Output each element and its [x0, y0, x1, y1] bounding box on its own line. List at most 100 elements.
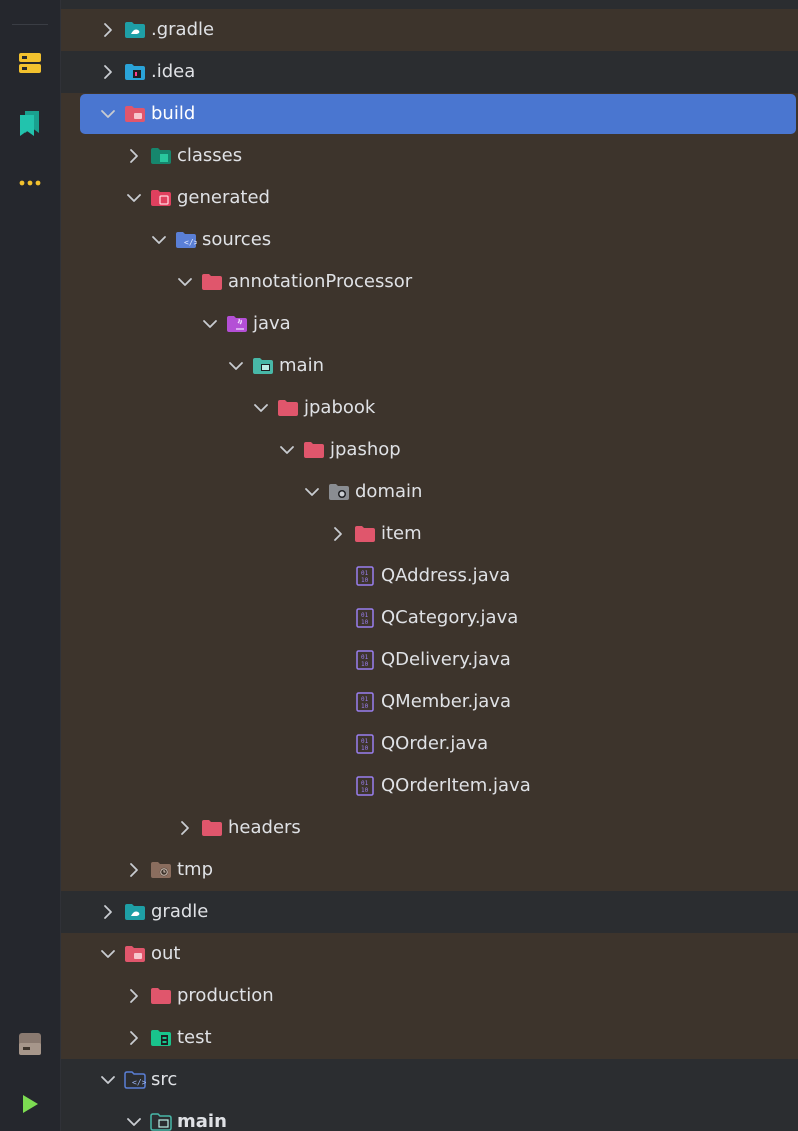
tree-node-file-qcategory[interactable]: QCategory.java — [61, 597, 798, 639]
chevron-down-icon[interactable] — [100, 1072, 116, 1088]
chevron-right-icon[interactable] — [177, 820, 193, 836]
svg-text:</>: </> — [184, 238, 197, 247]
module-folder-icon — [252, 356, 274, 376]
svg-text:</>: </> — [132, 1078, 146, 1087]
chevron-right-icon[interactable] — [100, 904, 116, 920]
tree-node-label: item — [381, 523, 422, 544]
chevron-right-icon[interactable] — [100, 64, 116, 80]
tree-node-label: classes — [177, 145, 243, 166]
tree-node-label: main — [279, 355, 324, 376]
chevron-down-icon[interactable] — [228, 358, 244, 374]
tree-node-label: headers — [228, 817, 301, 838]
terminal-icon[interactable] — [15, 1029, 45, 1059]
java-class-file-icon — [354, 608, 376, 628]
java-class-file-icon — [354, 650, 376, 670]
resources-folder-icon — [150, 146, 172, 166]
tree-node-label: test — [177, 1027, 212, 1048]
java-folder-icon — [226, 314, 248, 334]
tree-node-label: src — [151, 1069, 178, 1090]
tree-node-label: QDelivery.java — [381, 649, 511, 670]
tree-node-annotation-processor[interactable]: annotationProcessor — [61, 261, 798, 303]
tree-node-file-qorderitem[interactable]: QOrderItem.java — [61, 765, 798, 807]
tree-node-label: QOrder.java — [381, 733, 489, 754]
chevron-down-icon[interactable] — [202, 316, 218, 332]
more-icon[interactable] — [15, 168, 45, 198]
tree-node-file-qorder[interactable]: QOrder.java — [61, 723, 798, 765]
java-class-file-icon — [354, 566, 376, 586]
tree-node-file-qdelivery[interactable]: QDelivery.java — [61, 639, 798, 681]
tree-node-label: out — [151, 943, 181, 964]
tree-node-item[interactable]: item — [61, 513, 798, 555]
folder-icon — [303, 440, 325, 460]
chevron-down-icon[interactable] — [151, 232, 167, 248]
tree-node-build[interactable]: build — [61, 93, 798, 135]
excluded-folder-icon — [124, 944, 146, 964]
tree-node-jpabook[interactable]: jpabook — [61, 387, 798, 429]
tree-node-main[interactable]: main — [61, 345, 798, 387]
tree-node-label: domain — [355, 481, 423, 502]
tree-node-jpashop[interactable]: jpashop — [61, 429, 798, 471]
tree-node-label: QCategory.java — [381, 607, 519, 628]
chevron-down-icon[interactable] — [100, 106, 116, 122]
module-folder-icon — [150, 1113, 172, 1131]
folder-icon — [354, 524, 376, 544]
tree-node-label: java — [253, 313, 291, 334]
tree-node-idea[interactable]: .idea — [61, 51, 798, 93]
project-tree: 0110 .gradle .idea build classes generat… — [61, 0, 798, 1131]
chevron-down-icon[interactable] — [126, 1114, 142, 1130]
chevron-right-icon[interactable] — [126, 862, 142, 878]
excluded-folder-icon — [124, 104, 146, 124]
chevron-right-icon[interactable] — [126, 148, 142, 164]
tree-node-label: gradle — [151, 901, 209, 922]
tree-node-production[interactable]: production — [61, 975, 798, 1017]
run-icon[interactable] — [15, 1089, 45, 1119]
tree-node-sources[interactable]: </> sources — [61, 219, 798, 261]
chevron-down-icon[interactable] — [253, 400, 269, 416]
bookmarks-icon[interactable] — [15, 108, 45, 138]
gradle-folder-icon — [124, 20, 146, 40]
sidebar-divider — [12, 24, 48, 25]
chevron-down-icon[interactable] — [100, 946, 116, 962]
tree-node-label: generated — [177, 187, 270, 208]
tree-node-out[interactable]: out — [61, 933, 798, 975]
test-folder-icon — [150, 1028, 172, 1048]
tree-node-src[interactable]: </> src — [61, 1059, 798, 1101]
chevron-right-icon[interactable] — [126, 1030, 142, 1046]
tree-node-file-qmember[interactable]: QMember.java — [61, 681, 798, 723]
tree-node-label: build — [151, 103, 196, 124]
folder-icon — [201, 272, 223, 292]
chevron-down-icon[interactable] — [126, 190, 142, 206]
chevron-down-icon[interactable] — [279, 442, 295, 458]
tree-node-gradle[interactable]: gradle — [61, 891, 798, 933]
folder-icon — [150, 986, 172, 1006]
tree-node-headers[interactable]: headers — [61, 807, 798, 849]
tree-node-gradle-dir[interactable]: .gradle — [61, 9, 798, 51]
chevron-right-icon[interactable] — [126, 988, 142, 1004]
temp-folder-icon — [150, 860, 172, 880]
structure-icon[interactable] — [15, 48, 45, 78]
tree-node-file-qaddress[interactable]: QAddress.java — [61, 555, 798, 597]
tree-node-classes[interactable]: classes — [61, 135, 798, 177]
tree-header-strip — [61, 0, 798, 9]
tree-node-tmp[interactable]: tmp — [61, 849, 798, 891]
tree-node-test[interactable]: test — [61, 1017, 798, 1059]
tree-node-label: QAddress.java — [381, 565, 511, 586]
tree-node-src-main[interactable]: main — [61, 1101, 798, 1131]
tree-node-domain[interactable]: domain — [61, 471, 798, 513]
tree-node-label: .gradle — [151, 19, 215, 40]
tree-node-generated[interactable]: generated — [61, 177, 798, 219]
chevron-right-icon[interactable] — [330, 526, 346, 542]
tree-node-java[interactable]: java — [61, 303, 798, 345]
idea-folder-icon — [124, 62, 146, 82]
tree-node-label: main — [177, 1111, 227, 1131]
tree-node-label: QOrderItem.java — [381, 775, 531, 796]
chevron-down-icon[interactable] — [304, 484, 320, 500]
tool-window-sidebar — [0, 0, 61, 1131]
tree-node-label: sources — [202, 229, 272, 250]
chevron-down-icon[interactable] — [177, 274, 193, 290]
tree-node-label: annotationProcessor — [228, 271, 413, 292]
gradle-folder-icon — [124, 902, 146, 922]
source-root-folder-icon: </> — [175, 230, 197, 250]
tree-node-label: production — [177, 985, 274, 1006]
chevron-right-icon[interactable] — [100, 22, 116, 38]
